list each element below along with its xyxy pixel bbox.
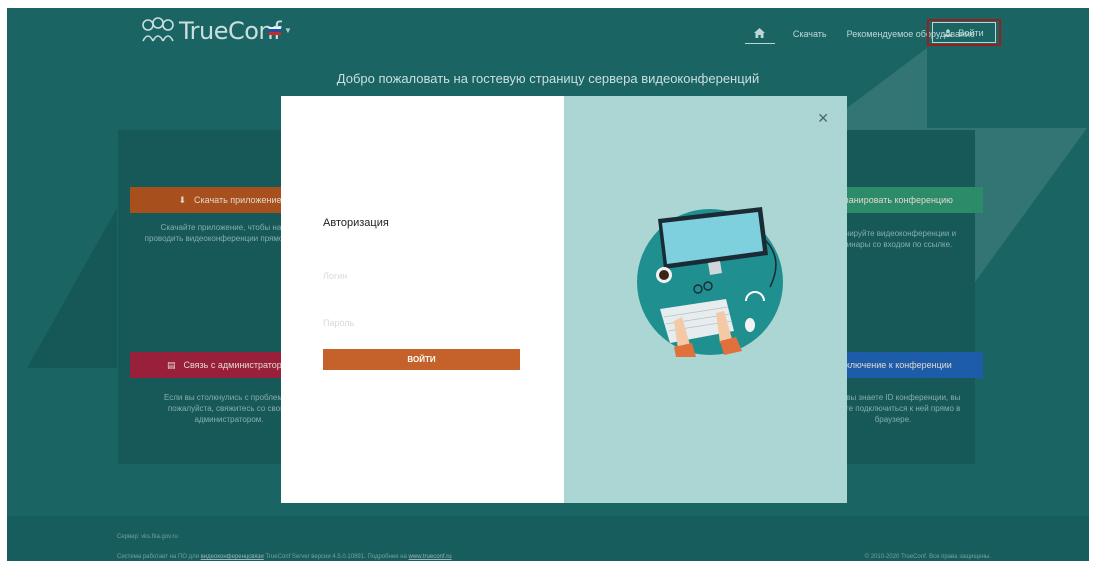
close-icon[interactable]: ✕ <box>817 110 829 127</box>
modal-form-pane: Авторизация ВОЙТИ <box>281 96 564 503</box>
app-window: TrueConf ▼ Скачать Рекомендуемое оборудо… <box>7 8 1089 561</box>
login-input[interactable] <box>323 266 519 286</box>
submit-button[interactable]: ВОЙТИ <box>323 349 520 370</box>
password-input[interactable] <box>323 313 519 333</box>
modal-illustration-pane: ✕ <box>564 96 847 503</box>
workspace-illustration <box>637 207 783 357</box>
login-modal: Авторизация ВОЙТИ ✕ <box>281 96 847 503</box>
modal-title: Авторизация <box>323 217 389 229</box>
